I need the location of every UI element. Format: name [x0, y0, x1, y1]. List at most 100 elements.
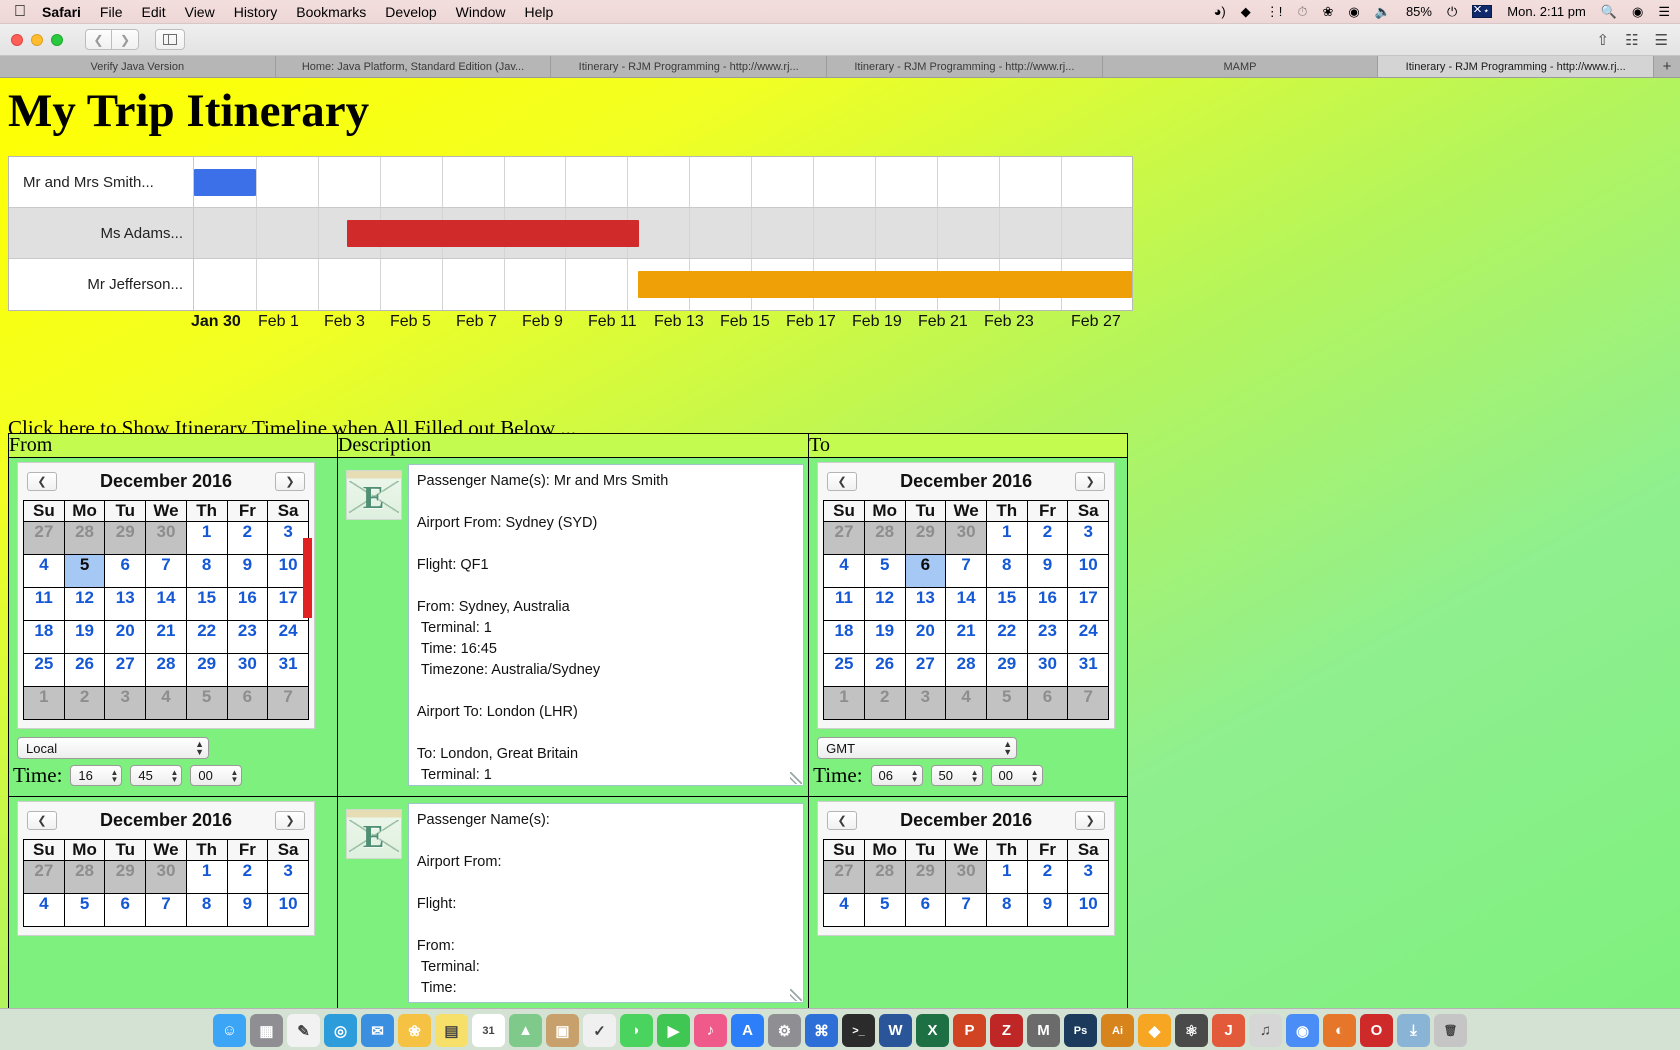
from-minute-stepper[interactable]: 45 ▲▼: [130, 765, 182, 786]
calendar-day[interactable]: 1: [186, 861, 227, 894]
maps-icon[interactable]: ▲: [509, 1014, 542, 1047]
messages-icon[interactable]: ◗: [620, 1014, 653, 1047]
maximize-window-button[interactable]: [51, 34, 63, 46]
calendar-day[interactable]: 3: [105, 687, 146, 720]
calendar-day[interactable]: 10: [1068, 555, 1109, 588]
menu-safari[interactable]: Safari: [42, 4, 81, 20]
calendar-day[interactable]: 27: [824, 861, 865, 894]
calendar-day-selected[interactable]: 5: [64, 555, 105, 588]
calendar-day[interactable]: 3: [1068, 522, 1109, 555]
spotlight-icon[interactable]: 🔍: [1601, 4, 1617, 20]
filezilla-icon[interactable]: Z: [990, 1014, 1023, 1047]
bluetooth-icon[interactable]: ❀: [1323, 4, 1334, 20]
calendar-day[interactable]: 14: [946, 588, 987, 621]
from-timezone-select-1[interactable]: Local ▲▼: [17, 737, 209, 759]
calendar-day[interactable]: 4: [824, 894, 865, 927]
photoshop-icon[interactable]: Ps: [1064, 1014, 1097, 1047]
tab-itinerary-1[interactable]: Itinerary - RJM Programming - http://www…: [551, 56, 827, 77]
calendar-day[interactable]: 22: [986, 621, 1027, 654]
calendar-day[interactable]: 27: [105, 654, 146, 687]
photos-icon[interactable]: ❀: [398, 1014, 431, 1047]
reminders-icon[interactable]: ✓: [583, 1014, 616, 1047]
chevron-left-icon[interactable]: ❮: [27, 472, 57, 491]
chevron-right-icon[interactable]: ❯: [1075, 472, 1105, 491]
preferences-icon[interactable]: ⚙: [768, 1014, 801, 1047]
calendar-day[interactable]: 10: [268, 894, 309, 927]
gantt-bar-adams[interactable]: [347, 220, 639, 247]
calendar-day[interactable]: 1: [24, 687, 65, 720]
new-tab-button[interactable]: +: [1654, 56, 1680, 77]
wifi-icon[interactable]: ◉: [1348, 4, 1359, 20]
sketch-icon[interactable]: ◆: [1138, 1014, 1171, 1047]
calendar-day[interactable]: 15: [986, 588, 1027, 621]
firefox-icon[interactable]: ◐: [1323, 1014, 1356, 1047]
mail-icon[interactable]: ✉: [361, 1014, 394, 1047]
menu-edit[interactable]: Edit: [141, 4, 165, 20]
atom-icon[interactable]: ⚛: [1175, 1014, 1208, 1047]
menu-bookmarks[interactable]: Bookmarks: [296, 4, 366, 20]
calendar-day[interactable]: 3: [1068, 861, 1109, 894]
mamp-icon[interactable]: M: [1027, 1014, 1060, 1047]
calendar-day-today[interactable]: 5: [864, 555, 905, 588]
red-scroll-marker[interactable]: [303, 538, 312, 618]
calendar-day[interactable]: 8: [986, 894, 1027, 927]
calendar-day[interactable]: 9: [1027, 894, 1068, 927]
calendar-day[interactable]: 28: [64, 861, 105, 894]
show-tabs-button[interactable]: ☷: [1625, 31, 1638, 49]
calendar-day[interactable]: 29: [905, 522, 946, 555]
calendar-day[interactable]: 3: [905, 687, 946, 720]
calendar-day[interactable]: 29: [105, 522, 146, 555]
chevron-left-icon[interactable]: ❮: [827, 472, 857, 491]
downloads-icon[interactable]: ⤓: [1397, 1014, 1430, 1047]
calendar-day[interactable]: 4: [24, 555, 65, 588]
gantt-bar-jefferson[interactable]: [638, 271, 1132, 298]
terminal-icon[interactable]: >_: [842, 1014, 875, 1047]
calendar-day[interactable]: 28: [64, 522, 105, 555]
tab-verify-java-version[interactable]: Verify Java Version: [0, 56, 276, 77]
chevron-right-icon[interactable]: ❯: [275, 472, 305, 491]
calendar-day[interactable]: 30: [146, 861, 187, 894]
menu-window[interactable]: Window: [456, 4, 506, 20]
to-second-stepper[interactable]: 00 ▲▼: [991, 765, 1043, 786]
calendar-day[interactable]: 5: [986, 687, 1027, 720]
description-textarea-2[interactable]: Passenger Name(s): Airport From: Flight:…: [408, 803, 804, 1003]
contacts-icon[interactable]: ▣: [546, 1014, 579, 1047]
calendar-day[interactable]: 7: [1068, 687, 1109, 720]
calendar-day[interactable]: 23: [227, 621, 268, 654]
calendar-day[interactable]: 25: [824, 654, 865, 687]
calendar-day[interactable]: 2: [227, 861, 268, 894]
textedit-icon[interactable]: ✎: [287, 1014, 320, 1047]
apple-icon[interactable]: : [14, 4, 26, 20]
dots-icon[interactable]: ⋮!: [1266, 4, 1283, 20]
chevron-left-icon[interactable]: ❮: [827, 811, 857, 830]
description-textarea-1[interactable]: Passenger Name(s): Mr and Mrs Smith Airp…: [408, 464, 804, 786]
calendar-day[interactable]: 12: [64, 588, 105, 621]
calendar-day[interactable]: 26: [64, 654, 105, 687]
calendar-day[interactable]: 8: [186, 894, 227, 927]
calendar-day[interactable]: 6: [1027, 687, 1068, 720]
calendar-day[interactable]: 25: [24, 654, 65, 687]
calendar-day[interactable]: 31: [268, 654, 309, 687]
calendar-day-selected[interactable]: 6: [905, 555, 946, 588]
calendar-day[interactable]: 30: [946, 861, 987, 894]
calendar-day[interactable]: 16: [1027, 588, 1068, 621]
finder-icon[interactable]: ☺: [213, 1014, 246, 1047]
calendar-day[interactable]: 7: [146, 555, 187, 588]
chevron-right-icon[interactable]: ❯: [1075, 811, 1105, 830]
notification-center-icon[interactable]: ☰: [1658, 4, 1670, 20]
safari-icon[interactable]: ◎: [324, 1014, 357, 1047]
java-icon[interactable]: J: [1212, 1014, 1245, 1047]
calendar-day[interactable]: 6: [905, 894, 946, 927]
menu-bar-clock[interactable]: Mon. 2:11 pm: [1507, 4, 1586, 19]
calendar-day[interactable]: 11: [24, 588, 65, 621]
calendar-day[interactable]: 7: [146, 894, 187, 927]
share-button[interactable]: ⇧: [1597, 31, 1610, 49]
itinerary-thumbnail-icon[interactable]: [346, 809, 402, 859]
tab-itinerary-active[interactable]: Itinerary - RJM Programming - http://www…: [1378, 56, 1654, 77]
calendar-day[interactable]: 1: [986, 522, 1027, 555]
calendar-day[interactable]: 15: [186, 588, 227, 621]
trash-icon[interactable]: 🗑: [1434, 1014, 1467, 1047]
calendar-day[interactable]: 26: [864, 654, 905, 687]
clock-icon[interactable]: ⏱: [1297, 4, 1307, 20]
calendar-day[interactable]: 21: [146, 621, 187, 654]
